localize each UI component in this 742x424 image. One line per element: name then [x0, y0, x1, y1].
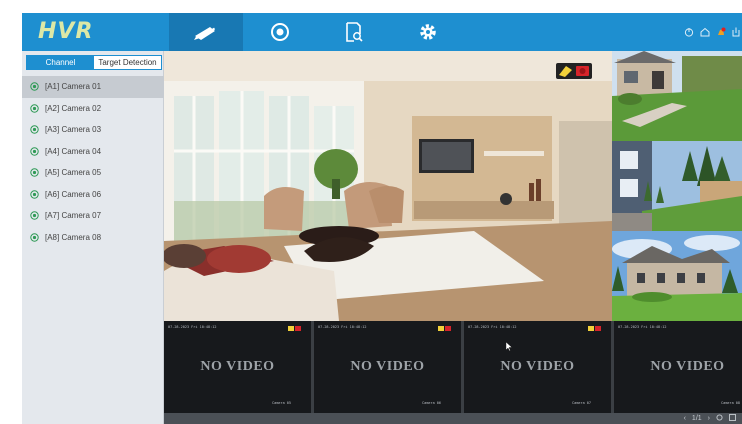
camera-label: [A2] Camera 02	[45, 103, 102, 113]
next-page-button[interactable]: ›	[708, 415, 710, 422]
camera-list-item[interactable]: [A5] Camera 05	[22, 162, 164, 184]
top-navigation-bar: HVR	[22, 13, 742, 51]
camera-status-icon	[30, 82, 39, 91]
camera-list-item[interactable]: [A7] Camera 07	[22, 205, 164, 227]
camera-label: [A7] Camera 07	[45, 211, 102, 221]
camera-status-icon	[30, 190, 39, 199]
no-video-label: NO VIDEO	[500, 359, 575, 374]
video-cell[interactable]: 07-28-2023 Fri 10:48:12 NO VIDEO Camera …	[314, 321, 461, 413]
main-camera-view[interactable]	[164, 51, 612, 321]
camera-list-item[interactable]: [A6] Camera 06	[22, 184, 164, 206]
no-video-label: NO VIDEO	[200, 359, 275, 374]
camera-status-icon	[30, 147, 39, 156]
tab-playback[interactable]	[243, 13, 317, 51]
house-exterior-image	[612, 51, 742, 141]
no-video-label: NO VIDEO	[650, 359, 725, 374]
pager: ‹ 1/1 ›	[684, 413, 736, 424]
camera-status-icon	[30, 125, 39, 134]
prev-page-button[interactable]: ‹	[684, 415, 686, 422]
video-cell-channel: Camera 06	[422, 401, 441, 405]
tab-live-view[interactable]	[169, 13, 243, 51]
power-icon[interactable]	[684, 27, 694, 37]
camera-thumbnail[interactable]	[612, 231, 742, 321]
video-cell[interactable]: 07-28-2023 Fri 10:48:12 NO VIDEO Camera …	[614, 321, 742, 413]
mouse-cursor-icon	[505, 338, 513, 356]
recording-status-badge	[288, 326, 301, 331]
logout-icon[interactable]	[732, 27, 740, 37]
camera-list-item[interactable]: [A1] Camera 01	[22, 76, 164, 98]
app-logo: HVR	[38, 19, 94, 44]
bottom-toolbar: ‹ 1/1 ›	[164, 413, 742, 424]
tab-channel[interactable]: Channel	[27, 56, 94, 69]
tab-target-detection[interactable]: Target Detection	[94, 56, 161, 69]
top-right-icons	[684, 13, 742, 51]
camera-label: [A1] Camera 01	[45, 82, 102, 92]
video-cell-channel: Camera 05	[272, 401, 291, 405]
camera-list-item[interactable]: [A4] Camera 04	[22, 141, 164, 163]
camera-status-icon	[30, 104, 39, 113]
recording-status-badge	[556, 63, 592, 79]
camera-list: [A1] Camera 01 [A2] Camera 02 [A3] Camer…	[22, 76, 164, 248]
camera-status-icon	[30, 211, 39, 220]
camera-list-item[interactable]: [A2] Camera 02	[22, 98, 164, 120]
camera-icon	[193, 23, 219, 41]
living-room-image	[164, 51, 612, 321]
video-cell-channel: Camera 07	[572, 401, 591, 405]
camera-label: [A4] Camera 04	[45, 146, 102, 156]
refresh-icon[interactable]	[716, 414, 723, 423]
video-cell-timestamp: 07-28-2023 Fri 10:48:12	[468, 325, 517, 329]
video-cell[interactable]: 07-28-2023 Fri 10:48:12 NO VIDEO Camera …	[464, 321, 611, 413]
video-cell-timestamp: 07-28-2023 Fri 10:48:12	[318, 325, 367, 329]
camera-label: [A8] Camera 08	[45, 232, 102, 242]
alarm-icon[interactable]	[716, 27, 726, 37]
camera-label: [A3] Camera 03	[45, 125, 102, 135]
camera-status-icon	[30, 233, 39, 242]
channel-sidebar: Channel Target Detection [A1] Camera 01 …	[22, 51, 164, 424]
video-cell[interactable]: 07-28-2023 Fri 10:48:12 NO VIDEO Camera …	[164, 321, 311, 413]
channel-grid: 07-28-2023 Fri 10:48:12 NO VIDEO Camera …	[164, 321, 742, 413]
camera-label: [A6] Camera 06	[45, 189, 102, 199]
no-video-label: NO VIDEO	[350, 359, 425, 374]
gear-icon	[418, 22, 438, 42]
camera-list-item[interactable]: [A8] Camera 08	[22, 227, 164, 249]
tab-search[interactable]	[317, 13, 391, 51]
file-search-icon	[345, 22, 363, 42]
camera-list-item[interactable]: [A3] Camera 03	[22, 119, 164, 141]
sidebar-tabs: Channel Target Detection	[26, 55, 162, 70]
camera-thumbnail[interactable]	[612, 141, 742, 231]
page-indicator: 1/1	[691, 415, 702, 422]
video-cell-timestamp: 07-28-2023 Fri 10:48:12	[168, 325, 217, 329]
hvr-app: HVR Channel Target Detection [A1] Camera…	[22, 13, 742, 424]
layout-icon[interactable]	[729, 414, 736, 423]
camera-status-icon	[30, 168, 39, 177]
recording-status-badge	[588, 326, 601, 331]
camera-label: [A5] Camera 05	[45, 168, 102, 178]
camera-thumbnail[interactable]	[612, 51, 742, 141]
recording-status-badge	[438, 326, 451, 331]
backyard-image	[612, 141, 742, 231]
playback-icon	[270, 22, 290, 42]
home-icon[interactable]	[700, 27, 710, 37]
video-cell-timestamp: 07-28-2023 Fri 10:48:12	[618, 325, 667, 329]
mansion-image	[612, 231, 742, 321]
tab-settings[interactable]	[391, 13, 465, 51]
video-cell-channel: Camera 08	[721, 401, 740, 405]
